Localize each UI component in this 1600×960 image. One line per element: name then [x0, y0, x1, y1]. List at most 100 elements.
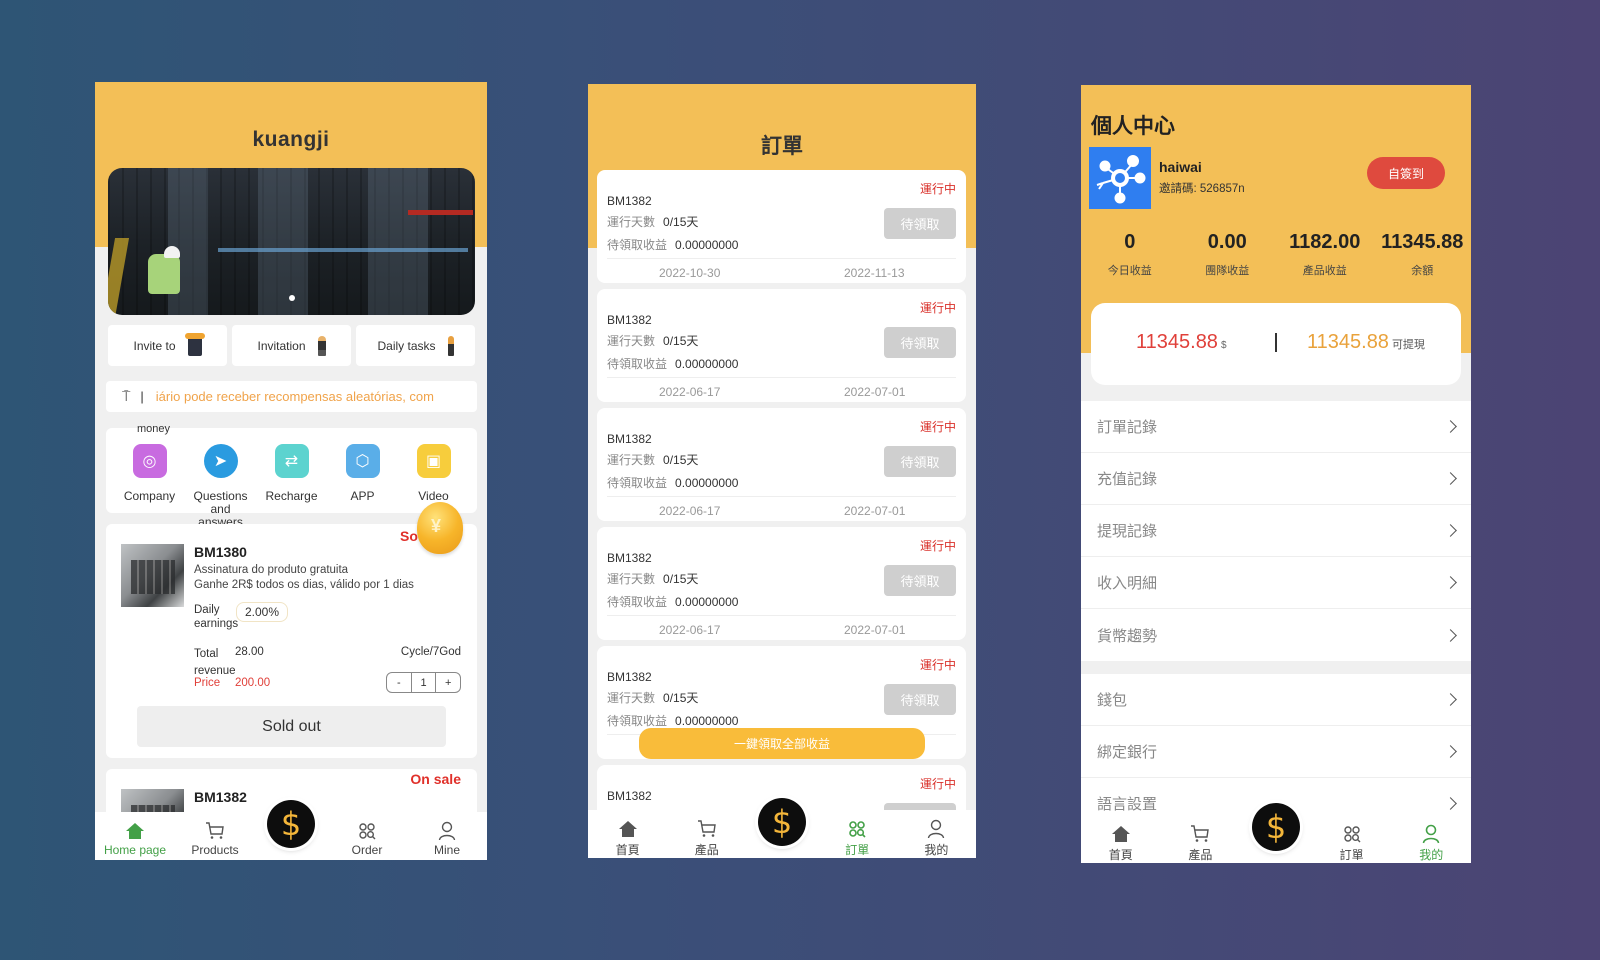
tab-label: 我的: [924, 843, 949, 857]
order-days: 運行天數 0/15天: [607, 691, 699, 705]
sold-out-button[interactable]: Sold out: [137, 706, 446, 747]
order-days: 運行天數 0/15天: [607, 334, 699, 348]
divider: [1275, 333, 1277, 352]
invite-to-button[interactable]: Invite to: [108, 325, 227, 366]
dollar-button[interactable]: $: [758, 798, 806, 846]
product-status: So: [400, 528, 418, 544]
sign-in-button[interactable]: 自簽到: [1367, 157, 1445, 189]
tab-products[interactable]: Products: [175, 812, 255, 860]
tab-products[interactable]: 產品: [667, 810, 746, 858]
order-status: 運行中: [919, 420, 956, 434]
menu-withdraw-records[interactable]: 提現記錄: [1081, 505, 1471, 557]
avatar[interactable]: [1089, 147, 1151, 209]
dollar-button[interactable]: $: [1252, 803, 1300, 851]
orders-screen: 訂單 運行中 BM1382 運行天數 0/15天 待領取收益 0.00000000 …: [588, 84, 976, 858]
tab-label: 我的: [1419, 848, 1444, 862]
recharge-shortcut[interactable]: ⇄ Recharge: [259, 444, 325, 529]
questions-shortcut[interactable]: ➤ Questions and answers: [188, 444, 254, 529]
product-desc-2: Ganhe 2R$ todos os dias, válido por 1 di…: [194, 579, 414, 591]
order-name: BM1382: [607, 789, 652, 803]
dollar-button[interactable]: $: [267, 800, 315, 848]
product-name: BM1380: [194, 544, 247, 560]
order-days: 運行天數 0/15天: [607, 215, 699, 229]
order-earnings: 待領取收益 0.00000000: [607, 357, 739, 371]
withdrawable-amount: 11345.88 可提現: [1307, 331, 1425, 353]
total-revenue-value: 28.00: [235, 646, 264, 658]
globe-icon: ◎: [132, 444, 167, 478]
tab-label: Order: [351, 843, 383, 857]
chevron-right-icon: [1444, 693, 1457, 706]
tab-mine[interactable]: Mine: [407, 812, 487, 860]
tab-label: Home page: [103, 843, 167, 857]
bottom-tab-bar: 首頁 產品 訂單 我的 $: [588, 798, 976, 858]
order-icon: [1342, 824, 1362, 844]
divider: [607, 615, 956, 616]
start-date: 2022-06-17: [659, 504, 721, 518]
start-date: 2022-06-17: [659, 623, 721, 637]
menu-income-details[interactable]: 收入明細: [1081, 557, 1471, 609]
tab-home[interactable]: 首頁: [588, 810, 667, 858]
chevron-right-icon: [1444, 524, 1457, 537]
claim-button[interactable]: 待領取: [884, 684, 956, 715]
bottom-tab-bar: 首頁 產品 訂單 我的 $: [1081, 803, 1471, 863]
user-icon: [437, 821, 457, 841]
menu-bind-bank[interactable]: 綁定銀行: [1081, 726, 1471, 778]
menu-recharge-records[interactable]: 充值記錄: [1081, 453, 1471, 505]
cube-icon: ⬡: [345, 444, 380, 478]
balance-card: 11345.88 $ 11345.88 可提現: [1091, 303, 1461, 385]
tab-label: 產品: [694, 843, 719, 857]
cycle-label: Cycle/7God: [400, 646, 461, 658]
order-status: 運行中: [919, 777, 956, 791]
red-envelope-icon[interactable]: [417, 502, 463, 554]
home-icon: [1111, 824, 1131, 844]
tab-mine[interactable]: 我的: [897, 810, 976, 858]
tab-order[interactable]: 訂單: [1312, 815, 1392, 863]
daily-tasks-button[interactable]: Daily tasks: [356, 325, 475, 366]
claim-button[interactable]: 待領取: [884, 208, 956, 239]
menu-wallet[interactable]: 錢包: [1081, 674, 1471, 726]
user-icon: [1421, 824, 1441, 844]
tab-label: 訂單: [1339, 848, 1364, 862]
tab-home[interactable]: Home page: [95, 812, 175, 860]
menu-currency-trend[interactable]: 貨幣趨勢: [1081, 609, 1471, 661]
start-date: 2022-10-30: [659, 266, 721, 280]
tab-order[interactable]: Order: [327, 812, 407, 860]
carousel-indicator[interactable]: [289, 295, 295, 301]
menu-order-records[interactable]: 訂單記錄: [1081, 401, 1471, 453]
order-name: BM1382: [607, 194, 652, 208]
decrement-button[interactable]: -: [387, 673, 411, 692]
claim-button[interactable]: 待領取: [884, 446, 956, 477]
claim-button[interactable]: 待領取: [884, 565, 956, 596]
banner-carousel[interactable]: [108, 168, 475, 315]
app-title: kuangji: [252, 128, 330, 151]
tab-products[interactable]: 產品: [1161, 815, 1241, 863]
cart-icon: [697, 819, 717, 839]
product-name: BM1382: [194, 789, 247, 805]
order-status: 運行中: [919, 301, 956, 315]
invitation-button[interactable]: Invitation: [232, 325, 351, 366]
tab-label: 首頁: [615, 843, 640, 857]
telegram-icon: ➤: [203, 444, 238, 478]
claim-button[interactable]: 待領取: [884, 327, 956, 358]
app-shortcut[interactable]: ⬡ APP: [330, 444, 396, 529]
tab-home[interactable]: 首頁: [1081, 815, 1161, 863]
claim-all-button[interactable]: 一鍵領取全部收益: [639, 728, 925, 759]
company-shortcut[interactable]: ◎ Company: [117, 444, 183, 529]
order-icon: [847, 819, 867, 839]
increment-button[interactable]: +: [436, 673, 460, 692]
total-revenue-label: Total revenue: [194, 648, 236, 677]
broadcast-icon: ⍑: [122, 388, 131, 404]
product-desc: Assinatura do produto gratuita: [194, 564, 349, 576]
user-icon: [926, 819, 946, 839]
video-label: Video: [418, 489, 449, 503]
order-name: BM1382: [607, 313, 652, 327]
order-name: BM1382: [607, 670, 652, 684]
page-title: 訂單: [761, 135, 803, 158]
tab-order[interactable]: 訂單: [818, 810, 897, 858]
profile-screen: 個人中心 haiwai 邀請碼: 526857n 自簽到 0 今日收益 0.00…: [1081, 85, 1471, 863]
tab-mine[interactable]: 我的: [1391, 815, 1471, 863]
quantity-input[interactable]: 1: [410, 673, 437, 692]
recharge-label: Recharge: [265, 489, 318, 503]
order-status: 運行中: [919, 182, 956, 196]
notice-marquee[interactable]: ⍑ | iário pode receber recompensas aleat…: [106, 381, 477, 412]
